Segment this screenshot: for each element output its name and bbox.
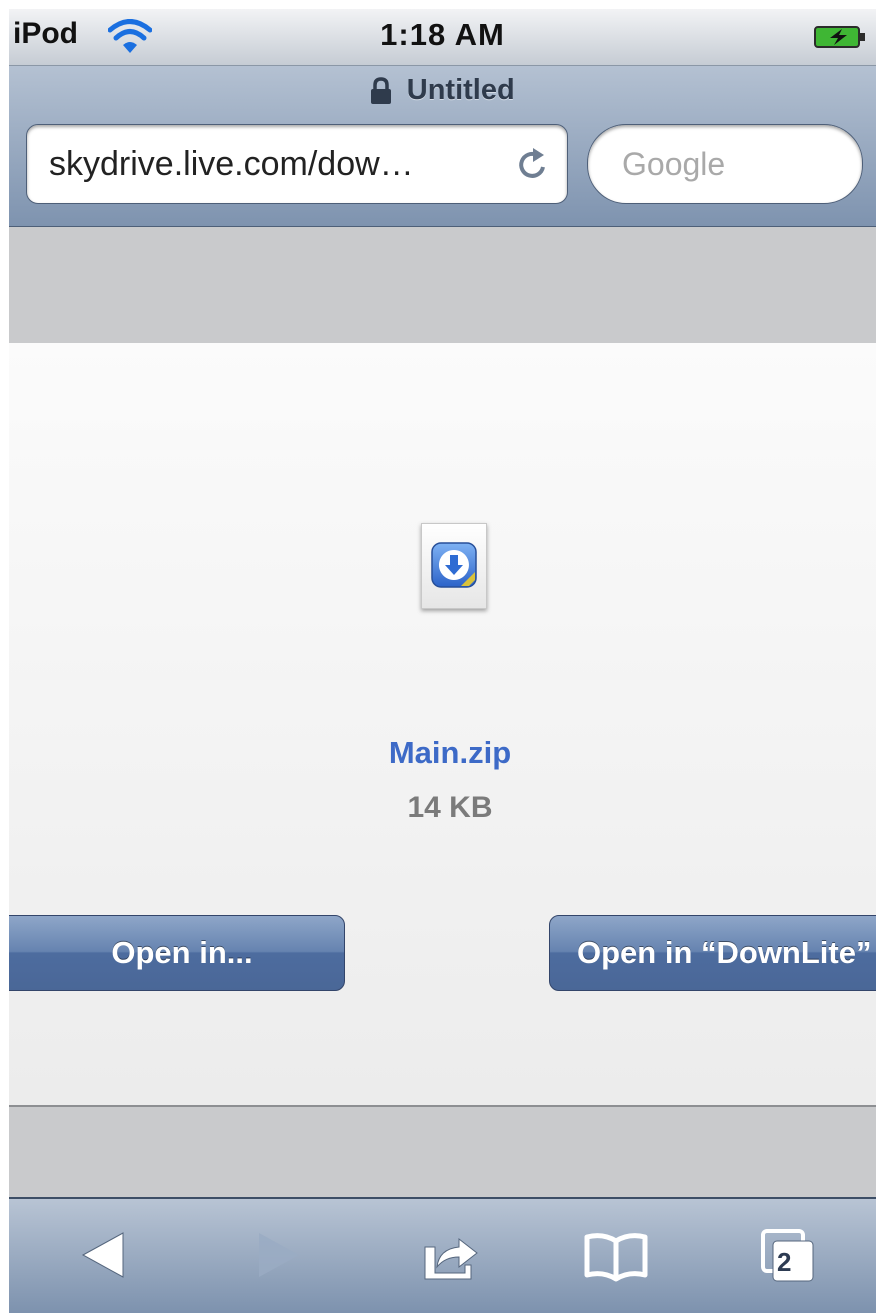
page-title: Untitled	[406, 74, 515, 106]
bookmarks-book-icon[interactable]	[581, 1227, 651, 1283]
share-icon[interactable]	[419, 1227, 483, 1283]
zip-file-icon	[421, 523, 487, 609]
open-in-button[interactable]: Open in...	[9, 915, 345, 991]
lock-icon	[371, 76, 392, 104]
pages-button[interactable]: 2	[759, 1227, 819, 1287]
address-bar: Untitled skydrive.live.com/dow…	[9, 66, 876, 228]
url-field[interactable]: skydrive.live.com/dow…	[26, 124, 568, 204]
open-in-downlite-button[interactable]: Open in “DownLite”	[549, 915, 876, 991]
forward-arrow-icon[interactable]	[251, 1227, 307, 1283]
page-top-margin	[9, 227, 876, 343]
page-bottom-margin	[9, 1107, 876, 1199]
download-panel: Main.zip 14 KB Open in... Open in “DownL…	[9, 343, 876, 1107]
battery-charging-icon	[814, 26, 865, 48]
url-text: skydrive.live.com/dow…	[49, 145, 414, 183]
clock: 1:18 AM	[380, 17, 505, 52]
safari-window: iPod 1:18 AM Untitled skydrive.live.com/…	[9, 9, 876, 1313]
back-arrow-icon[interactable]	[75, 1227, 131, 1283]
title-row: Untitled	[9, 74, 876, 107]
file-size: 14 KB	[407, 791, 493, 824]
bottom-toolbar: 2	[9, 1199, 876, 1313]
file-name: Main.zip	[388, 735, 512, 770]
search-field[interactable]	[587, 124, 863, 204]
search-input[interactable]	[588, 125, 862, 203]
tab-count: 2	[777, 1247, 792, 1277]
reload-icon[interactable]	[513, 143, 553, 185]
download-app-icon	[431, 542, 477, 588]
status-bar: iPod 1:18 AM	[9, 9, 876, 66]
